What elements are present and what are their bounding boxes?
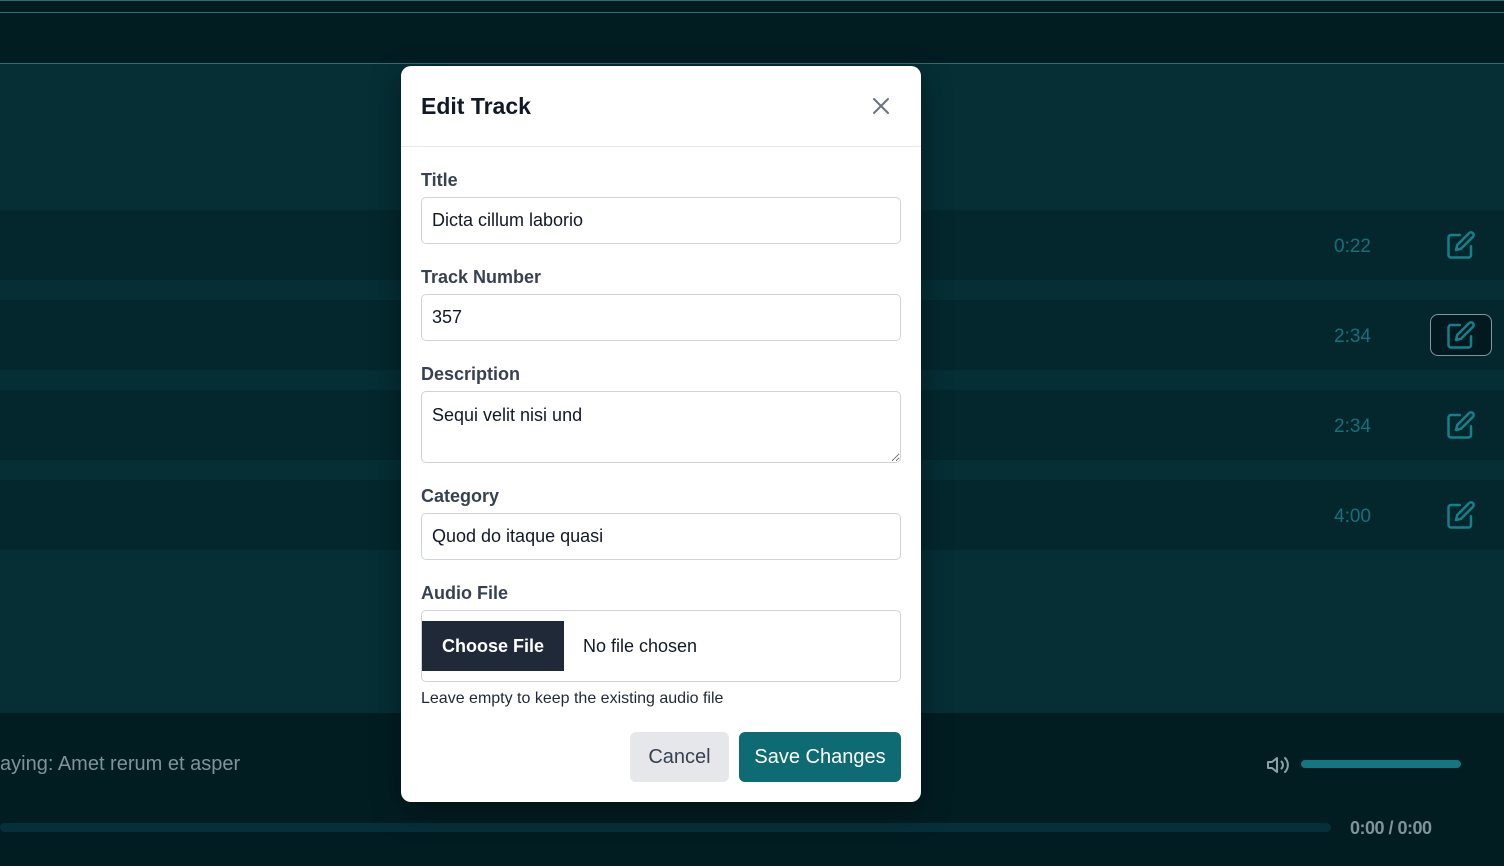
track-number-input[interactable] [421,294,901,341]
audio-file-label: Audio File [421,583,508,603]
title-input[interactable] [421,197,901,244]
description-label: Description [421,364,521,384]
save-changes-button[interactable]: Save Changes [739,732,901,782]
category-label: Category [421,486,500,506]
cancel-button[interactable]: Cancel [630,732,729,782]
track-number-label: Track Number [421,267,542,287]
description-textarea[interactable]: Sequi velit nisi und [421,391,901,463]
audio-file-help-text: Leave empty to keep the existing audio f… [421,690,724,707]
category-input[interactable] [421,513,901,560]
close-button[interactable] [867,92,895,120]
choose-file-button[interactable]: Choose File [422,621,564,671]
audio-file-input[interactable]: Choose File No file chosen [421,610,901,682]
no-file-chosen-text: No file chosen [583,636,698,656]
title-label: Title [421,170,458,190]
edit-track-modal: Edit Track Title Track Number Descriptio… [401,66,921,802]
modal-header: Edit Track [401,66,921,147]
modal-title: Edit Track [421,93,531,119]
close-icon [873,98,889,114]
